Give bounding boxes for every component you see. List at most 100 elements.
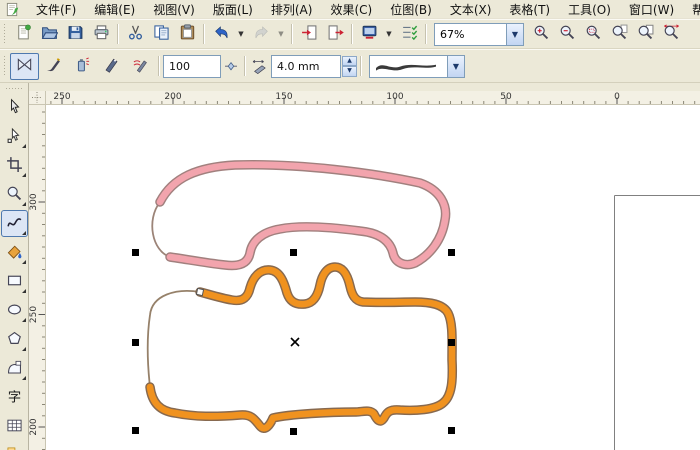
- spin-down-button[interactable]: ▼: [342, 66, 357, 77]
- toolbox-grip[interactable]: [6, 85, 22, 92]
- toolbox-shape-tool[interactable]: [1, 123, 28, 150]
- toolbox-text-tool[interactable]: 字: [1, 384, 28, 411]
- toolbox-smart-fill-tool[interactable]: [1, 239, 28, 266]
- new-document-button[interactable]: [10, 22, 36, 47]
- chevron-down-icon[interactable]: ▼: [506, 23, 523, 45]
- toolbox-crop-tool[interactable]: [1, 152, 28, 179]
- selection-handle[interactable]: [132, 339, 139, 346]
- canvas-svg[interactable]: [46, 105, 700, 450]
- menu-item-effects[interactable]: 效果(C): [325, 0, 377, 19]
- print-button[interactable]: [88, 22, 114, 47]
- spin-up-button[interactable]: ▲: [342, 55, 357, 66]
- zoom-selected-button[interactable]: [580, 22, 606, 47]
- zoom-page-button[interactable]: [632, 22, 658, 47]
- menu-item-edit[interactable]: 编辑(E): [89, 0, 140, 19]
- zoom-out-button[interactable]: [554, 22, 580, 47]
- artistic-media-pressure-button[interactable]: [126, 53, 155, 80]
- menu-item-window[interactable]: 窗口(W): [624, 0, 679, 19]
- toolbox-ellipse-tool[interactable]: [1, 297, 28, 324]
- phone-base-outline-shape[interactable]: [145, 262, 458, 433]
- options-checklist-button[interactable]: [396, 22, 422, 47]
- options-checklist-icon: [401, 24, 418, 44]
- chevron-down-icon[interactable]: ▼: [447, 55, 464, 77]
- open-file-button[interactable]: [36, 22, 62, 47]
- smoothing-value: 100: [169, 59, 190, 73]
- zoom-width-button[interactable]: [658, 22, 684, 47]
- zoom-all-objects-button[interactable]: [606, 22, 632, 47]
- copy-button[interactable]: [148, 22, 174, 47]
- selection-handle[interactable]: [290, 249, 297, 256]
- redo-button[interactable]: [248, 22, 274, 47]
- new-document-icon: [15, 24, 32, 44]
- freehand-smoothing-field[interactable]: 100: [163, 54, 221, 78]
- flyout-indicator: [21, 202, 26, 206]
- application-launcher-list-dropdown-button[interactable]: ▼: [382, 22, 396, 47]
- selection-handle[interactable]: [132, 249, 139, 256]
- stroke-width-value: 4.0 mm: [277, 59, 320, 73]
- svg-text:150: 150: [275, 92, 292, 102]
- crop-tool-icon: [6, 156, 23, 176]
- menu-item-arrange[interactable]: 排列(A): [266, 0, 318, 19]
- handset-outline-shape[interactable]: [151, 160, 451, 271]
- undo-button[interactable]: [208, 22, 234, 47]
- selection-handle[interactable]: [132, 427, 139, 434]
- selection-center-mark[interactable]: [290, 337, 300, 347]
- menu-item-layout[interactable]: 版面(L): [208, 0, 258, 19]
- import-button[interactable]: [296, 22, 322, 47]
- menu-item-help[interactable]: 帮助(H): [687, 0, 700, 19]
- undo-icon: [213, 24, 230, 44]
- page-border: [614, 195, 700, 450]
- drawing-canvas[interactable]: [46, 105, 700, 450]
- toolbox-freehand-tool[interactable]: [0, 210, 28, 237]
- selection-handle[interactable]: [448, 427, 455, 434]
- toolbar-grip[interactable]: [3, 24, 7, 44]
- property-bar-grip[interactable]: [3, 56, 7, 76]
- zoom-in-button[interactable]: [528, 22, 554, 47]
- smoothing-slider-button[interactable]: [221, 54, 241, 79]
- undo-list-dropdown-button[interactable]: ▼: [234, 22, 248, 47]
- artistic-media-sprayer-button[interactable]: [68, 53, 97, 80]
- zoom-level-combo[interactable]: 67% ▼: [434, 22, 524, 46]
- save-button[interactable]: [62, 22, 88, 47]
- stroke-style-combo[interactable]: ▼: [369, 54, 465, 78]
- table-tool-icon: [6, 417, 23, 437]
- application-launcher-icon: [361, 24, 378, 44]
- toolbox-interactive-blend-tool[interactable]: [1, 442, 28, 450]
- redo-list-dropdown-button[interactable]: ▼: [274, 22, 288, 47]
- flyout-indicator: [21, 289, 26, 293]
- toolbox-rectangle-tool[interactable]: [1, 268, 28, 295]
- artistic-media-preset-button[interactable]: [10, 52, 39, 80]
- artistic-media-calligraphic-button[interactable]: [97, 53, 126, 80]
- vertical-ruler[interactable]: 300 250 200: [29, 105, 46, 450]
- toolbox-polygon-tool[interactable]: [1, 326, 28, 353]
- application-launcher-button[interactable]: [356, 22, 382, 47]
- selection-handle[interactable]: [290, 428, 297, 435]
- cut-button[interactable]: [122, 22, 148, 47]
- ruler-origin-corner[interactable]: [29, 91, 46, 105]
- menu-item-tools[interactable]: 工具(O): [563, 0, 616, 19]
- toolbox-basic-shapes-tool[interactable]: [1, 355, 28, 382]
- menu-item-text[interactable]: 文本(X): [445, 0, 497, 19]
- flyout-indicator: [21, 347, 26, 351]
- preset-icon: [16, 56, 33, 76]
- menu-item-bitmaps[interactable]: 位图(B): [385, 0, 437, 19]
- export-button[interactable]: [322, 22, 348, 47]
- menu-item-view[interactable]: 视图(V): [148, 0, 200, 19]
- toolbox-zoom-tool[interactable]: [1, 181, 28, 208]
- ellipse-tool-icon: [6, 301, 23, 321]
- toolbox: 字: [0, 83, 29, 450]
- horizontal-ruler[interactable]: 250 200 150 100 50 0: [46, 91, 700, 105]
- stroke-width-field[interactable]: 4.0 mm: [271, 54, 341, 78]
- flyout-indicator: [21, 231, 26, 235]
- menu-item-table[interactable]: 表格(T): [504, 0, 555, 19]
- selection-handle[interactable]: [448, 249, 455, 256]
- curve-start-node[interactable]: [195, 287, 205, 297]
- artistic-media-brush-button[interactable]: [39, 53, 68, 80]
- toolbox-table-tool[interactable]: [1, 413, 28, 440]
- paste-button[interactable]: [174, 22, 200, 47]
- selection-handle[interactable]: [448, 339, 455, 346]
- separator: [244, 56, 246, 76]
- menu-item-file[interactable]: 文件(F): [31, 0, 81, 19]
- toolbox-pick-tool[interactable]: [1, 94, 28, 121]
- svg-text:250: 250: [53, 92, 70, 102]
